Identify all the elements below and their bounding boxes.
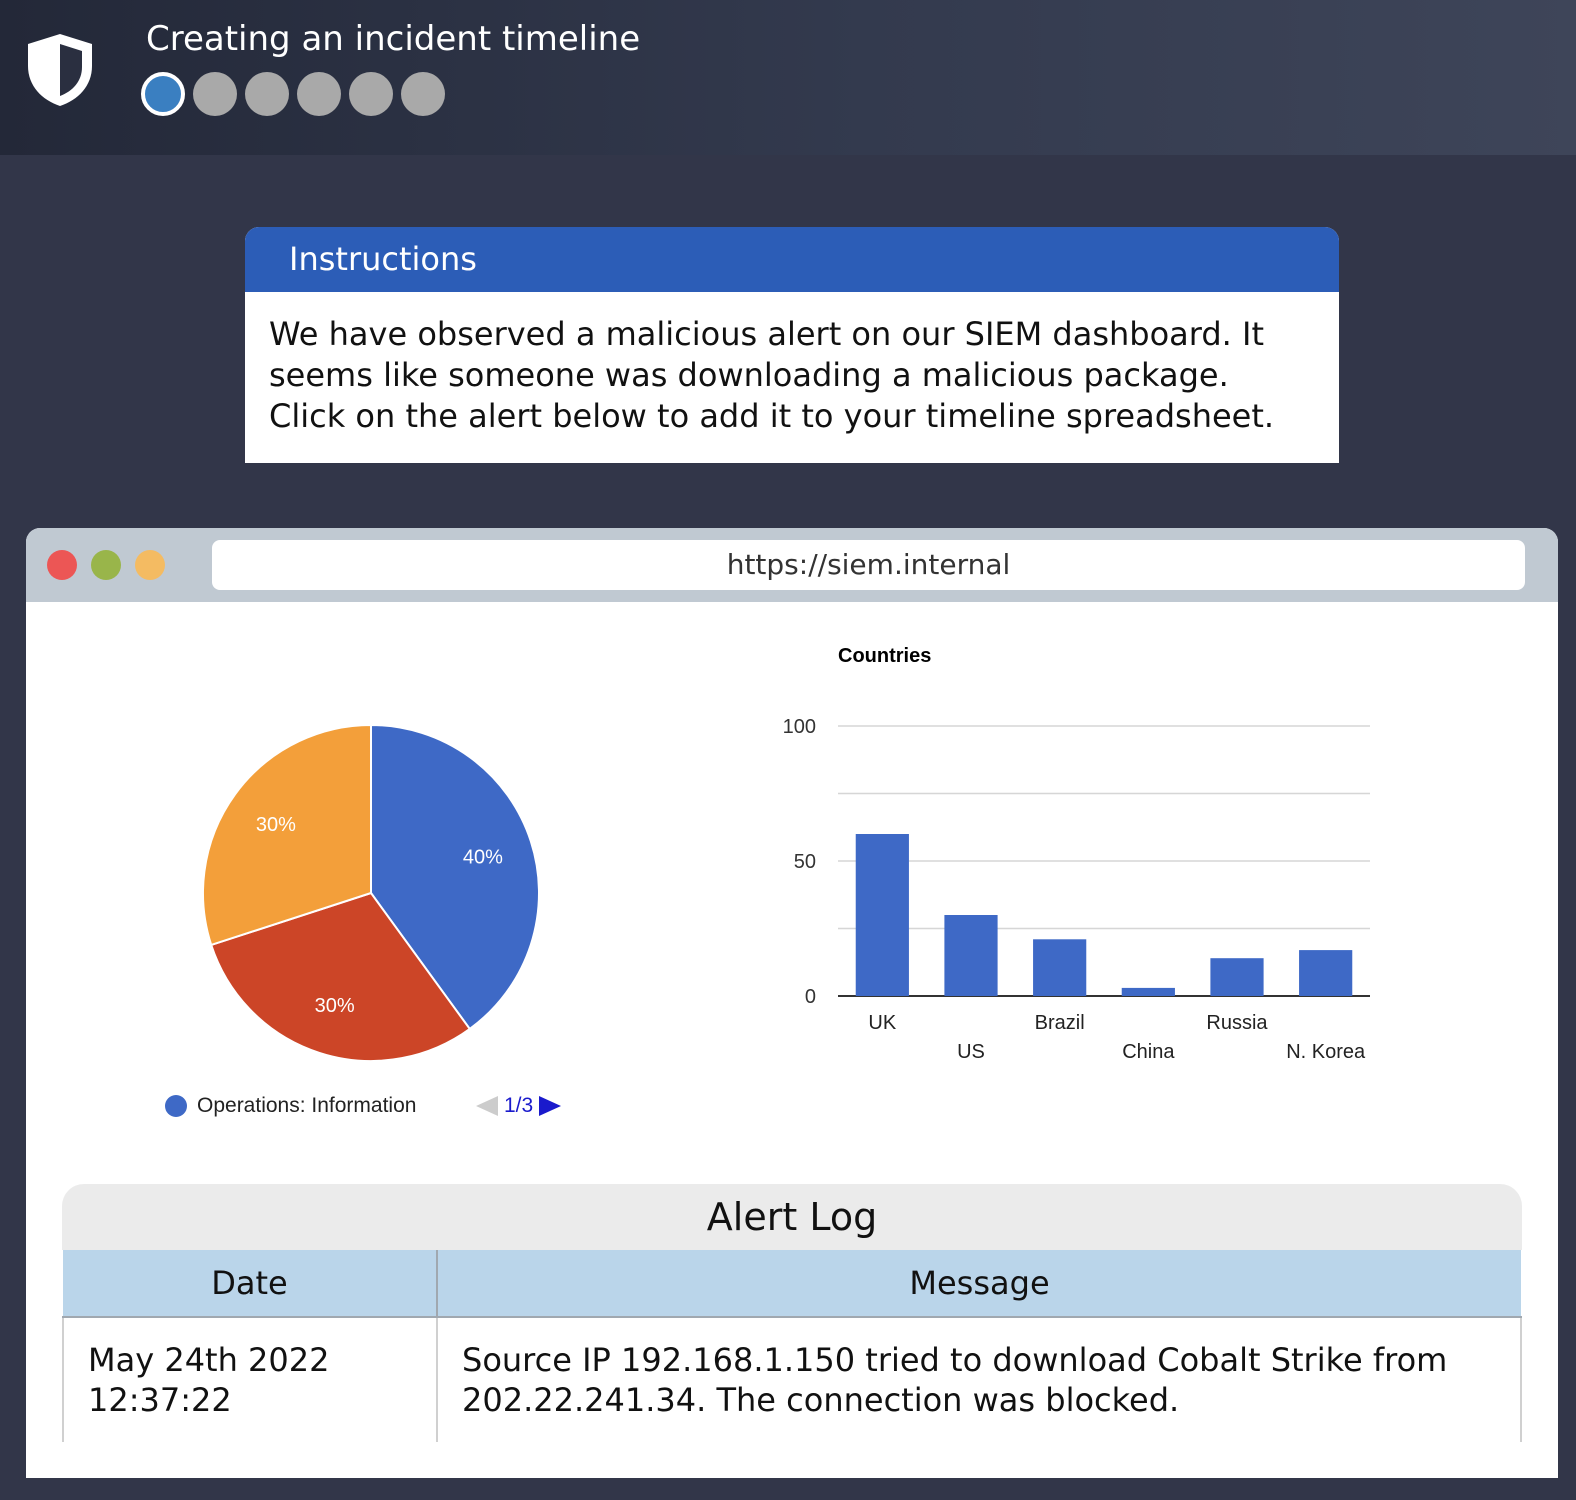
x-tick-label: China <box>1122 1041 1175 1060</box>
column-header-date: Date <box>63 1250 438 1318</box>
pie-chart: 40% 30% 30% <box>202 723 540 1062</box>
alert-log-title: Alert Log <box>706 1195 878 1239</box>
step-5-indicator <box>349 72 393 116</box>
instructions-panel: Instructions We have observed a maliciou… <box>245 227 1339 463</box>
pie-legend: Operations: Information <box>165 1094 416 1118</box>
alert-date: May 24th 2022 <box>88 1341 330 1379</box>
pie-slice-label: 30% <box>315 995 355 1017</box>
bar <box>855 834 909 996</box>
legend-label: Operations: Information <box>197 1094 417 1117</box>
step-6-indicator <box>401 72 445 116</box>
instructions-text: We have observed a malicious alert on ou… <box>269 315 1275 435</box>
app-title: Creating an incident timeline <box>146 19 641 59</box>
pie-slice-label: 40% <box>463 847 503 869</box>
bar <box>1210 958 1264 996</box>
step-2-indicator <box>193 72 237 116</box>
y-tick-label: 0 <box>805 986 816 1008</box>
y-tick-label: 50 <box>794 851 816 873</box>
countries-bar-chart: Countries 0 50 100 UK US Brazil China Russia N.… <box>783 645 1370 1060</box>
next-page-icon[interactable] <box>539 1096 562 1116</box>
alert-message-line-2: 202.22.241.34. The connection was blocke… <box>462 1381 1180 1419</box>
top-bar: Creating an incident timeline <box>0 0 1576 155</box>
progress-steps <box>141 72 445 116</box>
alert-time: 12:37:22 <box>88 1381 232 1419</box>
pie-slice-label: 30% <box>256 814 296 836</box>
url-bar[interactable]: https://siem.internal <box>212 540 1525 590</box>
x-tick-label: UK <box>868 1012 896 1034</box>
column-header-message: Message <box>437 1250 1521 1318</box>
browser-toolbar: https://siem.internal <box>26 528 1558 602</box>
legend-swatch <box>165 1095 187 1117</box>
window-minimize-icon[interactable] <box>91 550 121 580</box>
previous-page-icon[interactable] <box>476 1096 498 1116</box>
y-tick-label: 100 <box>783 716 816 738</box>
step-3-indicator <box>245 72 289 116</box>
legend-pager: 1/3 <box>476 1094 562 1118</box>
window-maximize-icon[interactable] <box>135 550 165 580</box>
alert-date-cell[interactable]: May 24th 2022 12:37:22 <box>62 1317 438 1442</box>
pager-text: 1/3 <box>504 1094 534 1117</box>
step-4-indicator <box>297 72 341 116</box>
bar <box>1033 939 1087 996</box>
bar <box>944 915 998 996</box>
bar <box>1299 950 1353 996</box>
x-tick-label: Russia <box>1206 1012 1268 1034</box>
instructions-heading: Instructions <box>245 227 1339 292</box>
shield-icon <box>28 34 92 106</box>
alert-log-panel: Alert Log Date Message May 24th 2022 12:… <box>62 1184 1522 1442</box>
alert-row[interactable]: May 24th 2022 12:37:22 Source IP 192.168… <box>62 1317 1522 1442</box>
step-1-indicator <box>141 72 185 116</box>
alert-log-table: Date Message May 24th 2022 12:37:22 Sour… <box>62 1250 1522 1442</box>
x-tick-label: N. Korea <box>1286 1041 1366 1060</box>
x-tick-label: Brazil <box>1035 1012 1085 1034</box>
browser-window: https://siem.internal 40% 30% 30% Operatio… <box>26 528 1558 1478</box>
alert-message-cell[interactable]: Source IP 192.168.1.150 tried to downloa… <box>437 1317 1522 1442</box>
bar-chart-title: Countries <box>838 645 931 667</box>
alert-message-line-1: Source IP 192.168.1.150 tried to downloa… <box>462 1341 1448 1379</box>
x-tick-label: US <box>957 1041 985 1060</box>
bar <box>1121 987 1175 996</box>
window-close-icon[interactable] <box>47 550 77 580</box>
